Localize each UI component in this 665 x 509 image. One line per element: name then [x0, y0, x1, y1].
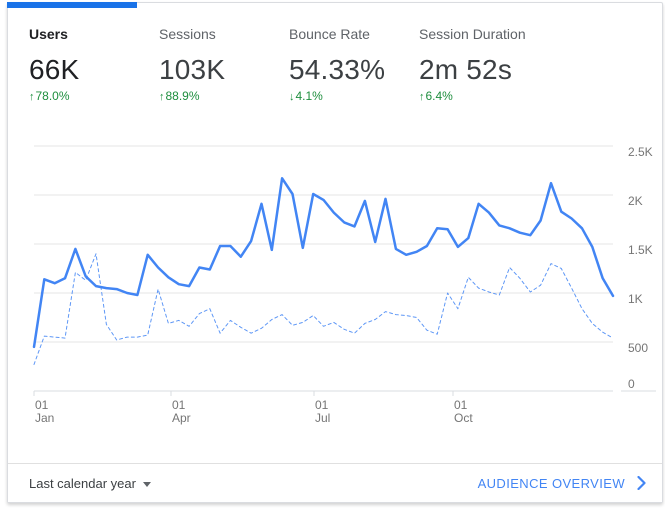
y-tick-label: 1.5K [628, 243, 653, 257]
metric-delta: ↑78.0% [29, 89, 138, 104]
metric-label: Sessions [159, 26, 268, 42]
metric-value: 66K [29, 54, 138, 86]
caret-down-icon [143, 482, 151, 487]
metric-delta: ↑88.9% [159, 89, 268, 104]
x-tick-label: 01Apr [172, 399, 191, 425]
metric-value: 54.33% [289, 54, 398, 86]
x-tick-label: 01Jul [315, 399, 330, 425]
trend-up-icon: ↑ [159, 91, 165, 103]
link-label: AUDIENCE OVERVIEW [478, 476, 625, 491]
y-tick-label: 2K [628, 194, 643, 208]
metric-label: Session Duration [419, 26, 528, 42]
chevron-right-icon [637, 476, 646, 490]
metric-label: Users [29, 26, 138, 42]
previous-period-line [34, 254, 613, 365]
metric-tabs: Users 66K ↑78.0% Sessions 103K ↑88.9% Bo… [8, 3, 662, 118]
current-period-line [34, 178, 613, 347]
metric-delta: ↓4.1% [289, 89, 398, 104]
date-range-label: Last calendar year [29, 476, 136, 491]
x-axis-line [34, 391, 656, 396]
metric-value: 103K [159, 54, 268, 86]
metric-delta: ↑6.4% [419, 89, 528, 104]
audience-overview-link[interactable]: AUDIENCE OVERVIEW [478, 476, 646, 491]
metric-label: Bounce Rate [289, 26, 398, 42]
trend-up-icon: ↑ [419, 91, 425, 103]
tab-bounce-rate[interactable]: Bounce Rate 54.33% ↓4.1% [268, 3, 398, 118]
y-tick-label: 2.5K [628, 145, 653, 159]
y-tick-label: 0 [628, 377, 635, 391]
x-tick-label: 01Jan [35, 399, 54, 425]
trend-down-icon: ↓ [289, 91, 295, 103]
trend-up-icon: ↑ [29, 91, 35, 103]
tab-sessions[interactable]: Sessions 103K ↑88.9% [138, 3, 268, 118]
x-tick-label: 01Oct [454, 399, 473, 425]
analytics-overview-card: 2.5K 2K 1.5K 1K 500 0 01Jan 01Apr 01Jul … [7, 2, 663, 503]
y-tick-label: 1K [628, 292, 643, 306]
metric-value: 2m 52s [419, 54, 528, 86]
tab-users[interactable]: Users 66K ↑78.0% [8, 3, 138, 118]
tab-session-duration[interactable]: Session Duration 2m 52s ↑6.4% [398, 3, 528, 118]
y-tick-label: 500 [628, 341, 648, 355]
card-footer: Last calendar year AUDIENCE OVERVIEW [8, 463, 662, 502]
date-range-selector[interactable]: Last calendar year [29, 476, 151, 491]
